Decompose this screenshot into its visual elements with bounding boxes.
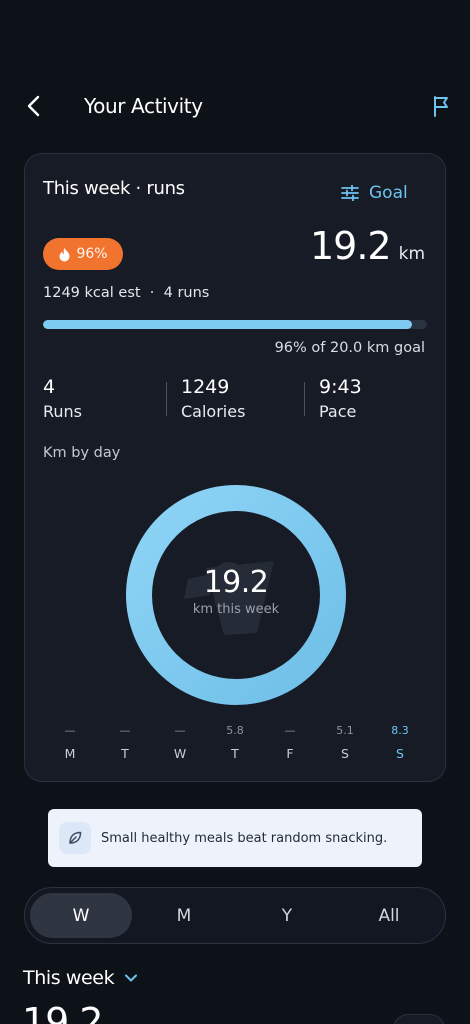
stat-divider bbox=[166, 382, 167, 416]
period-segmented-control: W M Y All bbox=[24, 887, 446, 944]
stat-divider bbox=[304, 382, 305, 416]
flame-icon bbox=[59, 247, 70, 261]
stat-pace-value: 9:43 bbox=[319, 376, 362, 398]
day-thu: 5.8 T bbox=[215, 724, 255, 761]
donut-subtitle: km this week bbox=[192, 602, 280, 617]
day-tue: — T bbox=[105, 724, 145, 761]
distance-value: 19.2 bbox=[309, 224, 392, 268]
period-dropdown[interactable]: This week bbox=[23, 967, 138, 989]
km-by-day-row: — M — T — W 5.8 T — F 5.1 S 8.3 S bbox=[43, 724, 427, 764]
day-sat: 5.1 S bbox=[325, 724, 365, 761]
sliders-icon bbox=[341, 185, 359, 201]
day-sun: 8.3 S bbox=[380, 724, 420, 761]
top-app-bar: Your Activity bbox=[0, 80, 470, 134]
day-label: T bbox=[121, 746, 129, 761]
health-tip-banner: Small healthy meals beat random snacking… bbox=[48, 809, 422, 867]
goal-label: Goal bbox=[369, 183, 408, 203]
back-button[interactable] bbox=[20, 92, 48, 120]
segment-month[interactable]: M bbox=[133, 893, 235, 938]
goal-percent-badge: 96% bbox=[43, 238, 123, 270]
segment-all[interactable]: All bbox=[338, 893, 440, 938]
card-title: This week · runs bbox=[43, 178, 185, 199]
chart-section-label: Km by day bbox=[43, 445, 121, 461]
day-wed: — W bbox=[160, 724, 200, 761]
stat-calories-label: Calories bbox=[181, 402, 246, 421]
distance-total: 19.2 km bbox=[310, 224, 425, 268]
calories-runs-summary: 1249 kcal est · 4 runs bbox=[43, 285, 210, 301]
donut-value: 19.2 bbox=[203, 565, 269, 600]
page-title: Your Activity bbox=[84, 94, 203, 118]
stat-runs-value: 4 bbox=[43, 376, 56, 398]
stats-row: 4 Runs 1249 Calories 9:43 Pace bbox=[43, 376, 427, 426]
day-value: 5.1 bbox=[336, 724, 354, 737]
leaf-icon bbox=[59, 822, 91, 854]
day-mon: — M bbox=[50, 724, 90, 761]
day-value: — bbox=[174, 724, 186, 737]
badge-text: 96% bbox=[76, 246, 108, 262]
chevron-down-icon bbox=[125, 974, 138, 982]
goal-progress-bar bbox=[43, 320, 427, 329]
day-label: W bbox=[173, 746, 187, 761]
stat-runs: 4 Runs bbox=[43, 376, 82, 421]
day-value: — bbox=[284, 724, 296, 737]
tip-text: Small healthy meals beat random snacking… bbox=[101, 830, 388, 846]
day-value: 5.8 bbox=[226, 724, 244, 737]
stat-pace: 9:43 Pace bbox=[319, 376, 362, 421]
goal-progress-text: 96% of 20.0 km goal bbox=[274, 340, 425, 356]
period-label: This week bbox=[23, 967, 115, 989]
segment-year[interactable]: Y bbox=[236, 893, 338, 938]
day-value: — bbox=[64, 724, 76, 737]
chevron-left-icon bbox=[27, 95, 40, 117]
distance-unit: km bbox=[398, 244, 425, 264]
day-value: 8.3 bbox=[391, 724, 409, 737]
weekly-runs-card: This week · runs Goal 96% 19.2 km 1249 k… bbox=[24, 153, 446, 782]
day-label: T bbox=[231, 746, 239, 761]
goal-progress-fill bbox=[43, 320, 412, 329]
stat-calories-value: 1249 bbox=[181, 376, 230, 398]
segment-week[interactable]: W bbox=[30, 893, 132, 938]
flag-icon bbox=[434, 96, 448, 117]
goal-button[interactable]: Goal bbox=[341, 180, 408, 206]
period-total-value: 19.2 bbox=[22, 1000, 104, 1024]
day-label: S bbox=[341, 746, 349, 761]
day-label: M bbox=[64, 746, 76, 761]
day-fri: — F bbox=[270, 724, 310, 761]
day-label: F bbox=[286, 746, 294, 761]
stat-pace-label: Pace bbox=[319, 402, 357, 421]
day-label: S bbox=[396, 746, 404, 761]
flag-button[interactable] bbox=[428, 92, 456, 120]
stat-runs-label: Runs bbox=[43, 402, 83, 421]
stat-calories: 1249 Calories bbox=[181, 376, 245, 421]
period-action-button[interactable] bbox=[393, 1014, 445, 1024]
donut-center-label: 19.2 km this week bbox=[124, 483, 348, 707]
day-value: — bbox=[119, 724, 131, 737]
